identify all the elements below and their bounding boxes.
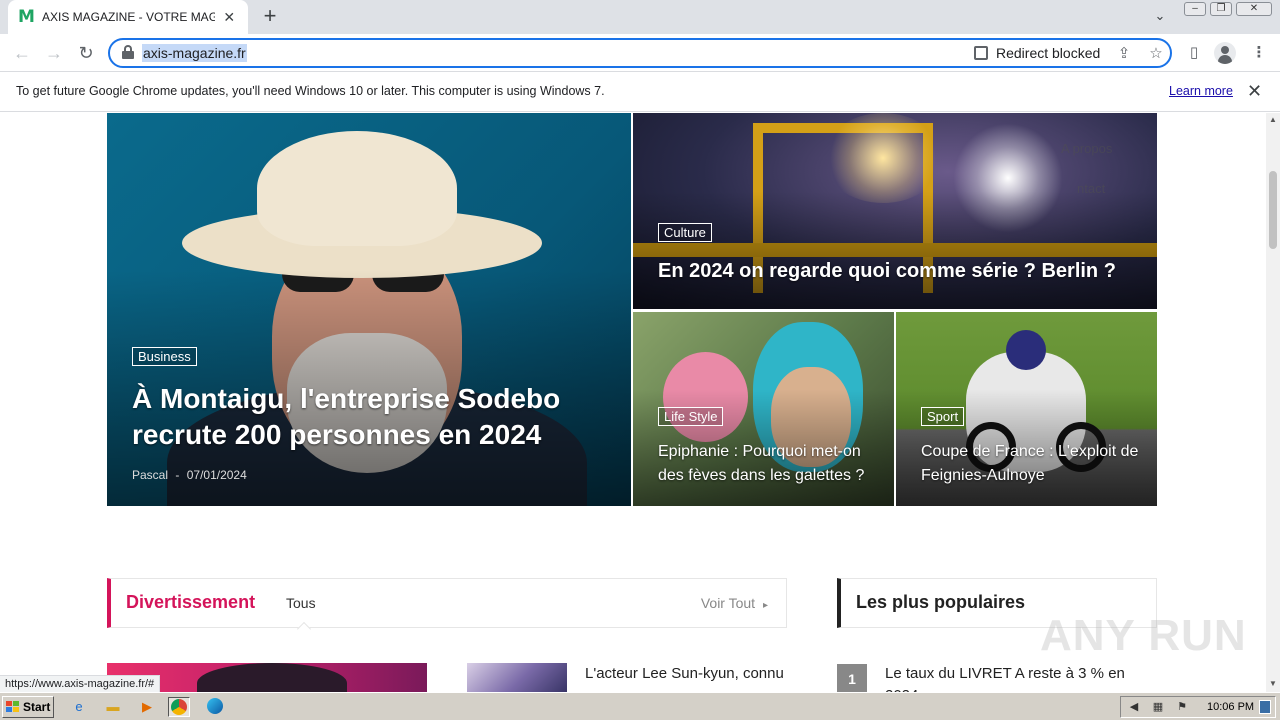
redirect-blocked-label: Redirect blocked (996, 45, 1101, 61)
forward-arrow-icon[interactable]: → (42, 41, 66, 65)
anyrun-watermark: ANY RUN (1040, 611, 1247, 660)
taskbar-clock[interactable]: 10:06 PM (1207, 701, 1254, 713)
author-name[interactable]: Pascal (132, 468, 168, 482)
infobar-close-icon[interactable]: ✕ (1247, 81, 1262, 102)
infobar-message: To get future Google Chrome updates, you… (16, 84, 605, 98)
ie-icon[interactable]: e (68, 697, 90, 717)
hero-main-title[interactable]: À Montaigu, l'entreprise Sodebo recrute … (132, 381, 592, 453)
scrollbar-thumb[interactable] (1269, 171, 1277, 249)
link-status-bubble: https://www.axis-magazine.fr/# (0, 675, 161, 692)
tab-close-icon[interactable]: ✕ (221, 8, 238, 26)
popular-article-title[interactable]: Le taux du LIVRET A reste à 3 % en 2024 (885, 663, 1135, 692)
page-scrollbar[interactable]: ▲ ▼ (1266, 113, 1280, 692)
category-badge-culture[interactable]: Culture (658, 223, 712, 242)
publish-date: 07/01/2024 (186, 468, 247, 482)
redirect-blocked-icon (974, 46, 988, 60)
edge-icon[interactable] (204, 697, 226, 717)
address-bar[interactable]: axis-magazine.fr Redirect blocked ⇪ ☆ (108, 38, 1172, 68)
redirect-blocked-chip[interactable]: Redirect blocked (974, 45, 1100, 61)
section-title[interactable]: Divertissement (126, 592, 255, 613)
hero-culture-card[interactable]: A propos ntact Culture En 2024 on regard… (633, 113, 1157, 309)
popular-rank-badge: 1 (837, 664, 867, 692)
close-window-button[interactable]: ✕ (1236, 2, 1272, 16)
bookmark-star-icon[interactable]: ☆ (1146, 44, 1166, 64)
windows-taskbar: Start e ▬ ▶ ◀ ▦ ⚑ 10:06 PM (0, 692, 1280, 720)
tab-tous[interactable]: Tous (286, 595, 316, 611)
restore-window-button[interactable]: ❐ (1210, 2, 1232, 16)
hero-main-card[interactable]: Business À Montaigu, l'entreprise Sodebo… (107, 113, 631, 506)
meta-separator: - (175, 468, 180, 482)
side-panel-icon[interactable]: ▯ (1183, 42, 1205, 64)
tab-strip: M AXIS MAGAZINE - VOTRE MAGAZINE ✕ + ⌄ –… (0, 0, 1280, 34)
update-infobar: To get future Google Chrome updates, you… (0, 72, 1280, 112)
section-title: Les plus populaires (856, 592, 1026, 612)
action-center-flag-icon[interactable]: ⚑ (1175, 700, 1189, 714)
scroll-down-icon[interactable]: ▼ (1269, 679, 1277, 688)
hero-sport-card[interactable]: Sport Coupe de France : L'exploit de Fei… (896, 312, 1157, 506)
show-desktop-icon[interactable] (1259, 700, 1271, 714)
category-badge-lifestyle[interactable]: Life Style (658, 407, 724, 426)
chrome-taskbar-icon[interactable] (168, 697, 190, 717)
divertissement-section-header: Divertissement Tous Voir Tout ▸ (107, 578, 787, 637)
tab-search-icon[interactable]: ⌄ (1150, 8, 1170, 26)
hero-lifestyle-card[interactable]: Life Style Epiphanie : Pourquoi met-on d… (633, 312, 894, 506)
profile-avatar-icon[interactable] (1214, 42, 1236, 64)
ghost-nav-link[interactable]: ntact (1077, 181, 1105, 196)
media-player-icon[interactable]: ▶ (136, 697, 158, 717)
system-tray: ◀ ▦ ⚑ 10:06 PM (1120, 696, 1276, 718)
url-text[interactable]: axis-magazine.fr (142, 44, 247, 62)
hero-sport-title[interactable]: Coupe de France : L'exploit de Feignies-… (921, 440, 1141, 488)
hero-main-meta: Pascal - 07/01/2024 (132, 468, 247, 482)
back-arrow-icon[interactable]: ← (10, 41, 34, 65)
browser-toolbar: ← → ↻ axis-magazine.fr Redirect blocked … (0, 34, 1280, 72)
volume-icon[interactable]: ◀ (1127, 700, 1141, 714)
folder-icon[interactable]: ▬ (102, 697, 124, 717)
hero-lifestyle-title[interactable]: Epiphanie : Pourquoi met-on des fèves da… (658, 440, 878, 488)
network-icon[interactable]: ▦ (1151, 700, 1165, 714)
voir-tout-link[interactable]: Voir Tout ▸ (701, 595, 768, 611)
start-button[interactable]: Start (2, 696, 54, 718)
category-badge-sport[interactable]: Sport (921, 407, 965, 426)
site-favicon-icon: M (18, 7, 35, 27)
menu-kebab-icon[interactable]: ⋮ (1248, 42, 1270, 64)
web-page: Business À Montaigu, l'entreprise Sodebo… (0, 113, 1266, 692)
chrome-logo-icon (171, 699, 187, 715)
article-thumbnail[interactable] (467, 663, 567, 692)
scroll-up-icon[interactable]: ▲ (1269, 115, 1277, 124)
windows-logo-icon (6, 701, 20, 713)
voir-tout-label: Voir Tout (700, 595, 756, 611)
reload-icon[interactable]: ↻ (74, 41, 98, 65)
category-badge-business[interactable]: Business (132, 347, 197, 366)
new-tab-button[interactable]: + (258, 5, 282, 29)
chevron-right-icon: ▸ (762, 600, 768, 611)
start-label: Start (23, 700, 51, 714)
browser-tab[interactable]: M AXIS MAGAZINE - VOTRE MAGAZINE ✕ (8, 0, 248, 34)
ghost-nav-link[interactable]: A propos (1061, 141, 1112, 156)
learn-more-link[interactable]: Learn more (1169, 84, 1233, 98)
tab-title: AXIS MAGAZINE - VOTRE MAGAZINE (42, 10, 215, 24)
lock-icon[interactable] (122, 45, 134, 59)
active-tab-caret (296, 621, 312, 637)
minimize-window-button[interactable]: – (1184, 2, 1206, 16)
article-title[interactable]: L'acteur Lee Sun-kyun, connu (585, 663, 785, 685)
share-icon[interactable]: ⇪ (1114, 44, 1134, 64)
hero-culture-title[interactable]: En 2024 on regarde quoi comme série ? Be… (658, 258, 1148, 284)
